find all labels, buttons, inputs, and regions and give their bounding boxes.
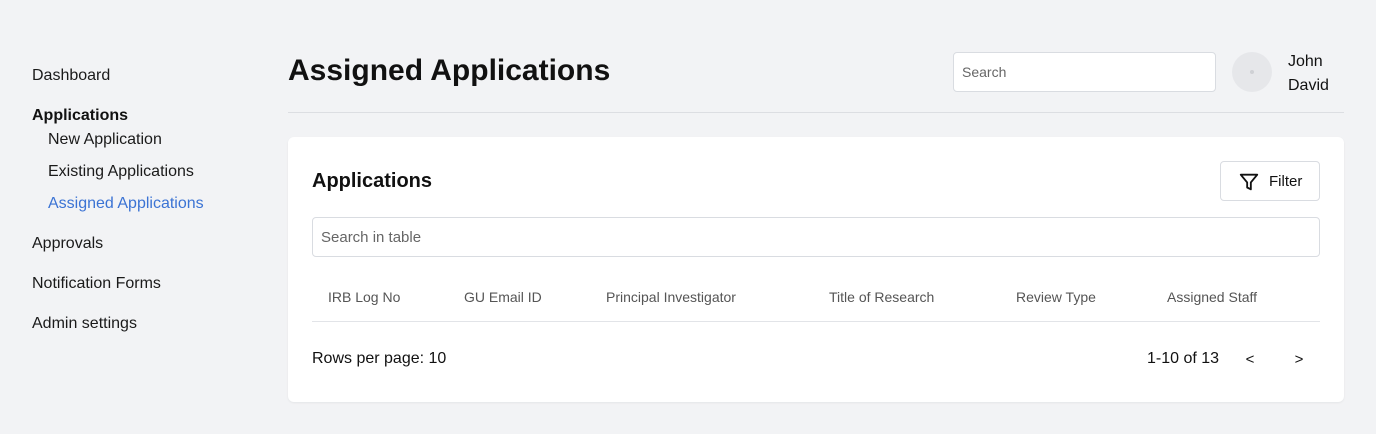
previous-page-button[interactable]: <	[1238, 346, 1262, 372]
user-last-name: David	[1288, 77, 1329, 94]
column-header-review-type[interactable]: Review Type	[1016, 289, 1096, 305]
card-title: Applications	[312, 170, 433, 192]
sidebar-item-assigned-applications[interactable]: Assigned Applications	[48, 195, 204, 213]
filter-icon	[1239, 173, 1259, 191]
sidebar-item-applications[interactable]: Applications	[32, 107, 128, 125]
next-page-button[interactable]: >	[1287, 346, 1311, 372]
sidebar-item-admin-settings[interactable]: Admin settings	[32, 315, 137, 333]
header-divider	[288, 112, 1344, 113]
sidebar-item-approvals[interactable]: Approvals	[32, 235, 103, 253]
filter-button[interactable]: Filter	[1220, 161, 1320, 201]
user-first-name: John	[1288, 53, 1323, 70]
column-header-title-of-research[interactable]: Title of Research	[829, 289, 934, 305]
rows-per-page-select[interactable]: Rows per page: 10	[312, 350, 446, 368]
column-header-irb-log-no[interactable]: IRB Log No	[328, 289, 400, 305]
filter-label: Filter	[1269, 173, 1303, 190]
search-input[interactable]	[953, 52, 1216, 92]
column-header-assigned-staff[interactable]: Assigned Staff	[1167, 289, 1257, 305]
table-divider	[312, 321, 1320, 322]
sidebar-item-new-application[interactable]: New Application	[48, 131, 162, 149]
sidebar-item-dashboard[interactable]: Dashboard	[32, 67, 110, 85]
column-header-gu-email-id[interactable]: GU Email ID	[464, 289, 542, 305]
user-name: John David	[1288, 50, 1348, 98]
page-title: Assigned Applications	[288, 54, 611, 87]
avatar-placeholder-icon	[1250, 70, 1254, 74]
avatar[interactable]	[1232, 52, 1272, 92]
applications-card: Applications Filter IRB Log No GU Email …	[288, 137, 1344, 402]
table-search-input[interactable]	[312, 217, 1320, 257]
sidebar-item-notification-forms[interactable]: Notification Forms	[32, 275, 161, 293]
sidebar-item-existing-applications[interactable]: Existing Applications	[48, 163, 194, 181]
column-header-principal-investigator[interactable]: Principal Investigator	[606, 289, 736, 305]
pagination-range: 1-10 of 13	[1147, 350, 1220, 367]
